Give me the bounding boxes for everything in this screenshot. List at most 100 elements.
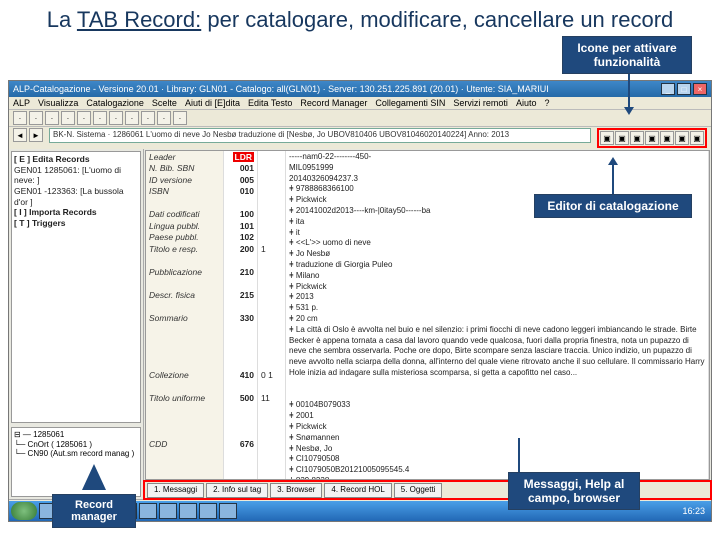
record-tree[interactable]: [ E ] Edita Records GEN01 1285061: [L'uo… [11,151,141,423]
marc-tag[interactable] [227,198,254,209]
menu-item[interactable]: ? [544,98,549,108]
record-manager-panel[interactable]: ⊟ — 1285061 └─ CnOrt ( 1285061 ) └─ CN90… [11,427,141,497]
marc-value[interactable]: ǂ Pickwick [289,282,705,293]
minimize-icon[interactable]: _ [661,83,675,95]
toolbar-button[interactable]: · [125,111,139,125]
marc-tag[interactable] [227,301,254,312]
nav-back-icon[interactable]: ◄ [13,128,27,142]
marc-value[interactable] [289,379,705,390]
marc-indicator[interactable]: 11 [261,393,282,404]
toolbar-button[interactable]: · [13,111,27,125]
maximize-icon[interactable]: □ [677,83,691,95]
feature-icon[interactable]: ▣ [645,131,659,145]
marc-indicator[interactable] [261,427,282,438]
marc-indicator[interactable] [261,358,282,369]
marc-value[interactable]: ǂ Jo Nesbø [289,249,705,260]
marc-value[interactable] [289,390,705,401]
marc-tag[interactable] [227,278,254,289]
marc-tag[interactable]: 500 [227,393,254,404]
marc-tag[interactable] [227,336,254,347]
marc-tag[interactable]: 102 [227,232,254,243]
marc-tag[interactable]: 010 [227,186,254,197]
menu-item[interactable]: Aiuti di [E]dita [185,98,240,108]
toolbar-button[interactable]: · [93,111,107,125]
marc-tag[interactable] [227,381,254,392]
marc-value[interactable]: ǂ 00104B079033 [289,400,705,411]
search-input[interactable]: BK-N. Sistema · 1286061 L'uomo di neve J… [49,128,591,143]
taskbar-app-icon[interactable] [159,503,177,519]
marc-indicator[interactable] [261,221,282,232]
marc-indicator[interactable] [261,324,282,335]
marc-value[interactable]: ǂ ita [289,217,705,228]
marc-indicator[interactable] [261,186,282,197]
menu-item[interactable]: Edita Testo [248,98,292,108]
marc-tag[interactable] [227,347,254,358]
marc-indicator[interactable] [261,278,282,289]
menu-item[interactable]: Aiuto [516,98,537,108]
marc-value[interactable]: ǂ 531 p. [289,303,705,314]
marc-value[interactable]: ǂ Pickwick [289,422,705,433]
marc-indicator[interactable] [261,290,282,301]
marc-indicator[interactable] [261,313,282,324]
marc-indicator[interactable] [261,336,282,347]
toolbar-button[interactable]: · [109,111,123,125]
toolbar-button[interactable]: · [61,111,75,125]
toolbar-button[interactable]: · [45,111,59,125]
menu-item[interactable]: ALP [13,98,30,108]
marc-value[interactable]: 20140326094237.3 [289,174,705,185]
taskbar-app-icon[interactable] [199,503,217,519]
lower-tab[interactable]: 4. Record HOL [324,483,391,498]
marc-value[interactable]: ǂ 2001 [289,411,705,422]
toolbar-button[interactable]: · [29,111,43,125]
marc-tag[interactable]: 210 [227,267,254,278]
close-icon[interactable]: × [693,83,707,95]
marc-tag[interactable] [227,255,254,266]
marc-value[interactable]: ǂ Nesbø, Jo [289,444,705,455]
feature-icon[interactable]: ▣ [675,131,689,145]
marc-indicator[interactable] [261,404,282,415]
taskbar-app-icon[interactable] [179,503,197,519]
marc-value[interactable]: ǂ Milano [289,271,705,282]
marc-indicator[interactable] [261,267,282,278]
start-button[interactable] [11,502,37,520]
menu-item[interactable]: Record Manager [300,98,367,108]
marc-value[interactable]: ǂ 20 cm [289,314,705,325]
menu-item[interactable]: Catalogazione [86,98,144,108]
marc-tag[interactable] [227,404,254,415]
marc-indicator[interactable] [261,152,282,163]
nav-fwd-icon[interactable]: ► [29,128,43,142]
marc-value[interactable]: ǂ traduzione di Giorgia Puleo [289,260,705,271]
marc-tag[interactable]: 100 [227,209,254,220]
marc-tag[interactable]: 330 [227,313,254,324]
toolbar-button[interactable]: · [157,111,171,125]
marc-value[interactable]: ǂ CI10790508 [289,454,705,465]
taskbar-app-icon[interactable] [139,503,157,519]
lower-tab[interactable]: 1. Messaggi [147,483,204,498]
menu-item[interactable]: Visualizza [38,98,78,108]
marc-indicator[interactable] [261,381,282,392]
marc-value[interactable]: ǂ 2013 [289,292,705,303]
toolbar-button[interactable]: · [173,111,187,125]
marc-tag[interactable] [227,427,254,438]
marc-value[interactable]: ǂ it [289,228,705,239]
marc-tag[interactable]: 676 [227,439,254,450]
marc-value[interactable]: MIL0951999 [289,163,705,174]
marc-indicator[interactable] [261,416,282,427]
marc-value[interactable]: ǂ CI1079050B20121005095545.4 [289,465,705,476]
feature-icon[interactable]: ▣ [615,131,629,145]
marc-indicator[interactable] [261,209,282,220]
marc-value[interactable]: ǂ 839.8238 [289,476,705,480]
marc-tag[interactable]: 101 [227,221,254,232]
marc-indicator[interactable] [261,175,282,186]
marc-indicator[interactable] [261,301,282,312]
marc-indicator[interactable]: 1 [261,244,282,255]
marc-tag[interactable]: 410 [227,370,254,381]
feature-icon[interactable]: ▣ [630,131,644,145]
lower-tab[interactable]: 5. Oggetti [394,483,443,498]
lower-tab[interactable]: 3. Browser [270,483,322,498]
marc-indicator[interactable]: 0 1 [261,370,282,381]
marc-indicator[interactable] [261,255,282,266]
marc-tag[interactable] [227,324,254,335]
marc-tag[interactable]: 001 [227,163,254,174]
marc-tag[interactable]: 005 [227,175,254,186]
